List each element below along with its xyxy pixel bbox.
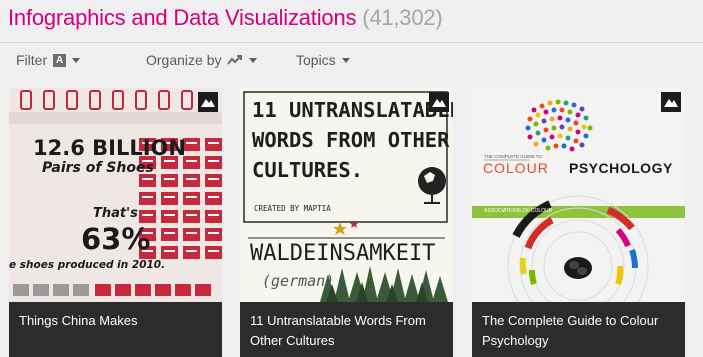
thumb-title-line1: 11 UNTRANSLATABLE [252,98,453,122]
thumb-title-line3: CULTURES. [252,158,364,182]
chevron-down-icon [341,57,350,63]
filter-type-icon: A [53,53,67,67]
mountain-icon [664,99,678,107]
filter-dropdown[interactable]: Filter A [16,52,81,68]
chevron-down-icon [249,57,258,63]
infographic-card-colour-psychology[interactable]: THE COMPLETE GUIDE TO COLOUR PSYCHOLOGY … [472,88,685,357]
infographic-card-untranslatable-words[interactable]: 11 UNTRANSLATABLE WORDS FROM OTHER CULTU… [240,88,453,357]
organize-label: Organize by [146,52,222,68]
mountain-icon [432,99,446,107]
colour-psychology-graphic [472,99,685,302]
toolbar: Filter A Organize by Topics [0,52,703,74]
chevron-down-icon [72,57,81,63]
infographic-type-badge [429,92,449,112]
thumb-section-label: ASSOCIATIONS OF COLOUR [484,208,553,214]
card-caption[interactable]: Things China Makes [9,302,222,357]
filter-label: Filter [16,52,48,68]
thumb-word: WALDEINSAMKEIT [250,241,436,266]
card-caption[interactable]: 11 Untranslatable Words From Other Cultu… [240,302,453,357]
topics-label: Topics [296,52,336,68]
thumb-title-line2: WORDS FROM OTHER [252,128,450,152]
thumb-headline: 12.6 BILLION [33,136,186,160]
thumb-language: (german) [262,272,335,290]
card-thumbnail[interactable]: 11 UNTRANSLATABLE WORDS FROM OTHER CULTU… [240,88,453,302]
organize-by-dropdown[interactable]: Organize by [146,52,258,68]
card-thumbnail[interactable]: THE COMPLETE GUIDE TO COLOUR PSYCHOLOGY … [472,88,685,302]
header-divider [0,42,703,43]
result-count: (41,302) [362,5,443,30]
thumb-percent: 63% [81,222,151,256]
thumb-subline: Pairs of Shoes [42,160,154,176]
thumb-thats: That's [93,206,138,221]
trending-icon [227,54,243,66]
card-caption[interactable]: The Complete Guide to Colour Psychology [472,302,685,357]
page-title-text: Infographics and Data Visualizations [8,5,357,30]
thumb-kicker: THE COMPLETE GUIDE TO [484,154,542,159]
thumb-credit: CREATED BY MAPTIA [254,204,331,213]
page-title: Infographics and Data Visualizations (41… [8,5,443,31]
card-thumbnail[interactable]: 12.6 BILLION Pairs of Shoes That's 63% e… [9,88,222,302]
infographic-type-badge [661,92,681,112]
thumb-psychology-word: PSYCHOLOGY [569,160,673,176]
thumb-colour-word: COLOUR [483,160,549,176]
infographic-card-things-china-makes[interactable]: 12.6 BILLION Pairs of Shoes That's 63% e… [9,88,222,357]
mountain-icon [201,99,215,107]
topics-dropdown[interactable]: Topics [296,52,350,68]
infographic-type-badge [198,92,218,112]
thumb-footnote: e shoes produced in 2010. [9,259,166,271]
